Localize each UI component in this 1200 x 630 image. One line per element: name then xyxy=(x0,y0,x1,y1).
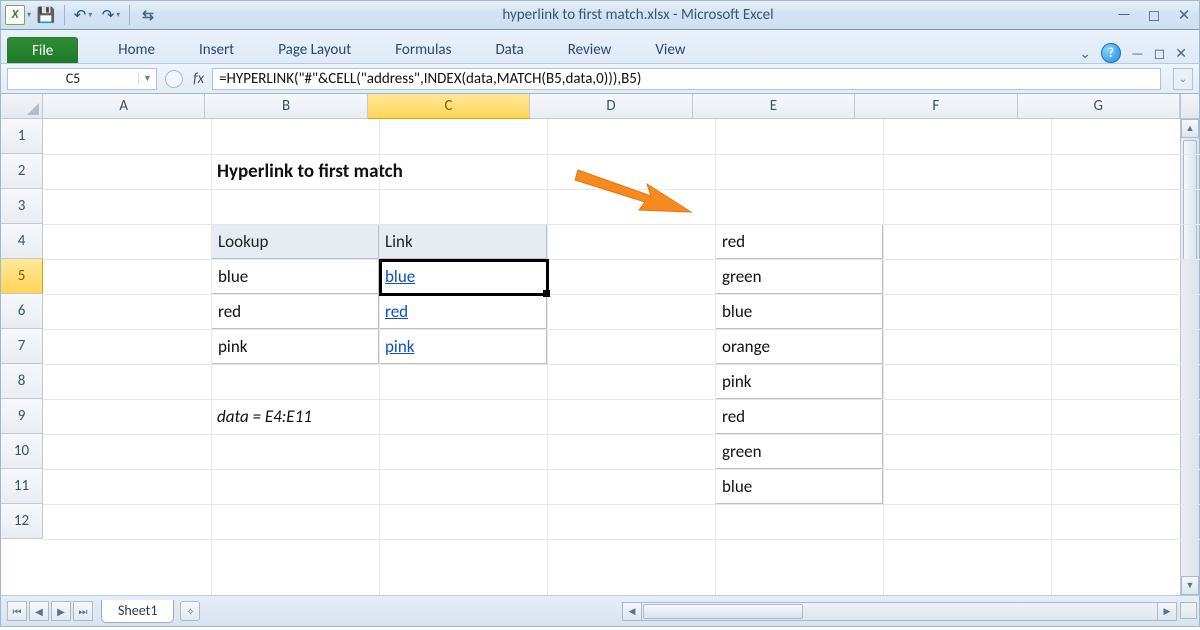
workbook-minimize-button[interactable]: — xyxy=(1131,45,1144,62)
cell-b5[interactable]: blue xyxy=(211,259,379,294)
worksheet-area: ABCDEFG 123456789101112 Hyperlink to fir… xyxy=(0,94,1200,595)
vertical-scrollbar[interactable]: ▲ ▼ xyxy=(1180,94,1199,595)
cell-b2-title[interactable]: Hyperlink to first match xyxy=(211,154,715,189)
scroll-up-button[interactable]: ▲ xyxy=(1181,119,1199,138)
scroll-track[interactable] xyxy=(804,603,1157,620)
formula-bar: C5 ▼ fx =HYPERLINK("#"&CELL("address",IN… xyxy=(0,64,1200,94)
qat-separator xyxy=(64,5,65,25)
tab-data[interactable]: Data xyxy=(473,37,545,63)
cells[interactable]: Hyperlink to first match Lookup Link blu… xyxy=(43,119,1180,595)
col-header-g[interactable]: G xyxy=(1018,94,1180,119)
row-header-10[interactable]: 10 xyxy=(1,434,43,469)
cell-e10[interactable]: green xyxy=(715,434,883,469)
redo-button[interactable]: ↷▾ xyxy=(98,4,124,26)
title-bar: ▾ 💾 ↶▾ ↷▾ ⇆ hyperlink to first match.xls… xyxy=(0,0,1200,30)
fx-icon[interactable]: fx xyxy=(193,70,204,88)
row-header-3[interactable]: 3 xyxy=(1,189,43,224)
cell-c7-hyperlink[interactable]: pink xyxy=(379,329,547,364)
maximize-button[interactable]: ◻ xyxy=(1145,6,1163,25)
cell-c5-hyperlink[interactable]: blue xyxy=(379,259,547,294)
tab-formulas[interactable]: Formulas xyxy=(373,37,473,63)
ribbon: File Home Insert Page Layout Formulas Da… xyxy=(0,30,1200,64)
ribbon-right: ⌄ ? — ◻ ✕ xyxy=(1079,43,1193,63)
cell-e11[interactable]: blue xyxy=(715,469,883,504)
workbook-restore-button[interactable]: ◻ xyxy=(1154,45,1166,62)
help-icon[interactable]: ? xyxy=(1101,43,1121,63)
name-box[interactable]: C5 ▼ xyxy=(7,68,157,90)
col-header-b[interactable]: B xyxy=(205,94,367,119)
tab-insert[interactable]: Insert xyxy=(177,37,256,63)
row-headers: 123456789101112 xyxy=(1,119,43,539)
cancel-icon[interactable] xyxy=(165,70,183,88)
horizontal-scrollbar[interactable]: ◀ ▶ xyxy=(622,602,1177,621)
row-header-6[interactable]: 6 xyxy=(1,294,43,329)
close-button[interactable]: ✕ xyxy=(1175,6,1193,25)
col-header-c[interactable]: C xyxy=(368,94,530,119)
cell-e8[interactable]: pink xyxy=(715,364,883,399)
sheet-tab-bar: ⏮ ◀ ▶ ⏭ Sheet1 ✧ ◀ ▶ xyxy=(0,595,1200,627)
scroll-down-button[interactable]: ▼ xyxy=(1181,576,1199,595)
window-title: hyperlink to first match.xlsx - Microsof… xyxy=(167,6,1109,24)
row-header-2[interactable]: 2 xyxy=(1,154,43,189)
row-header-8[interactable]: 8 xyxy=(1,364,43,399)
name-box-value: C5 xyxy=(8,70,138,87)
scroll-track[interactable] xyxy=(1181,262,1199,576)
app-icon[interactable]: ▾ xyxy=(5,4,31,26)
row-header-4[interactable]: 4 xyxy=(1,224,43,259)
scroll-thumb[interactable] xyxy=(643,604,803,619)
tab-review[interactable]: Review xyxy=(546,37,634,63)
cell-c4[interactable]: Link xyxy=(379,224,547,259)
row-header-11[interactable]: 11 xyxy=(1,469,43,504)
window-controls: — ◻ ✕ xyxy=(1115,6,1193,25)
cell-b4[interactable]: Lookup xyxy=(211,224,379,259)
sheet-tab[interactable]: Sheet1 xyxy=(101,600,174,623)
excel-icon xyxy=(5,5,25,25)
col-header-f[interactable]: F xyxy=(855,94,1017,119)
cell-e5[interactable]: green xyxy=(715,259,883,294)
next-sheet-button[interactable]: ▶ xyxy=(51,601,71,621)
cell-b7[interactable]: pink xyxy=(211,329,379,364)
grid[interactable]: ABCDEFG 123456789101112 Hyperlink to fir… xyxy=(1,94,1180,595)
cell-e7[interactable]: orange xyxy=(715,329,883,364)
resize-corner[interactable] xyxy=(1180,602,1197,619)
qat-customize-button[interactable]: ⇆ xyxy=(135,4,161,26)
cell-e9[interactable]: red xyxy=(715,399,883,434)
name-box-dropdown[interactable]: ▼ xyxy=(138,73,156,84)
tab-home[interactable]: Home xyxy=(96,37,177,63)
select-all-button[interactable] xyxy=(1,94,43,119)
file-tab[interactable]: File xyxy=(7,37,78,63)
new-sheet-button[interactable]: ✧ xyxy=(180,601,200,621)
row-header-9[interactable]: 9 xyxy=(1,399,43,434)
minimize-button[interactable]: — xyxy=(1115,6,1133,25)
ribbon-minimize-icon[interactable]: ⌄ xyxy=(1079,45,1091,62)
prev-sheet-button[interactable]: ◀ xyxy=(29,601,49,621)
tab-view[interactable]: View xyxy=(633,37,707,63)
row-header-5[interactable]: 5 xyxy=(1,259,43,294)
save-button[interactable]: 💾 xyxy=(33,4,59,26)
row-header-1[interactable]: 1 xyxy=(1,119,43,154)
scroll-corner xyxy=(1181,94,1199,119)
row-header-7[interactable]: 7 xyxy=(1,329,43,364)
column-headers: ABCDEFG xyxy=(43,94,1180,119)
row-header-12[interactable]: 12 xyxy=(1,504,43,539)
last-sheet-button[interactable]: ⏭ xyxy=(73,601,93,621)
scroll-thumb[interactable] xyxy=(1183,140,1197,260)
cell-e6[interactable]: blue xyxy=(715,294,883,329)
first-sheet-button[interactable]: ⏮ xyxy=(7,601,27,621)
col-header-e[interactable]: E xyxy=(693,94,855,119)
cell-e4[interactable]: red xyxy=(715,224,883,259)
formula-input[interactable]: =HYPERLINK("#"&CELL("address",INDEX(data… xyxy=(212,68,1161,90)
col-header-a[interactable]: A xyxy=(43,94,205,119)
col-header-d[interactable]: D xyxy=(530,94,692,119)
undo-button[interactable]: ↶▾ xyxy=(70,4,96,26)
expand-formula-bar-button[interactable]: ⌄ xyxy=(1173,68,1193,90)
cell-b6[interactable]: red xyxy=(211,294,379,329)
quick-access-toolbar: ▾ 💾 ↶▾ ↷▾ ⇆ xyxy=(5,4,161,26)
scroll-right-button[interactable]: ▶ xyxy=(1157,603,1176,620)
cell-c6-hyperlink[interactable]: red xyxy=(379,294,547,329)
workbook-close-button[interactable]: ✕ xyxy=(1175,45,1187,62)
scroll-left-button[interactable]: ◀ xyxy=(623,603,642,620)
qat-separator xyxy=(129,5,130,25)
tab-page-layout[interactable]: Page Layout xyxy=(256,37,373,63)
